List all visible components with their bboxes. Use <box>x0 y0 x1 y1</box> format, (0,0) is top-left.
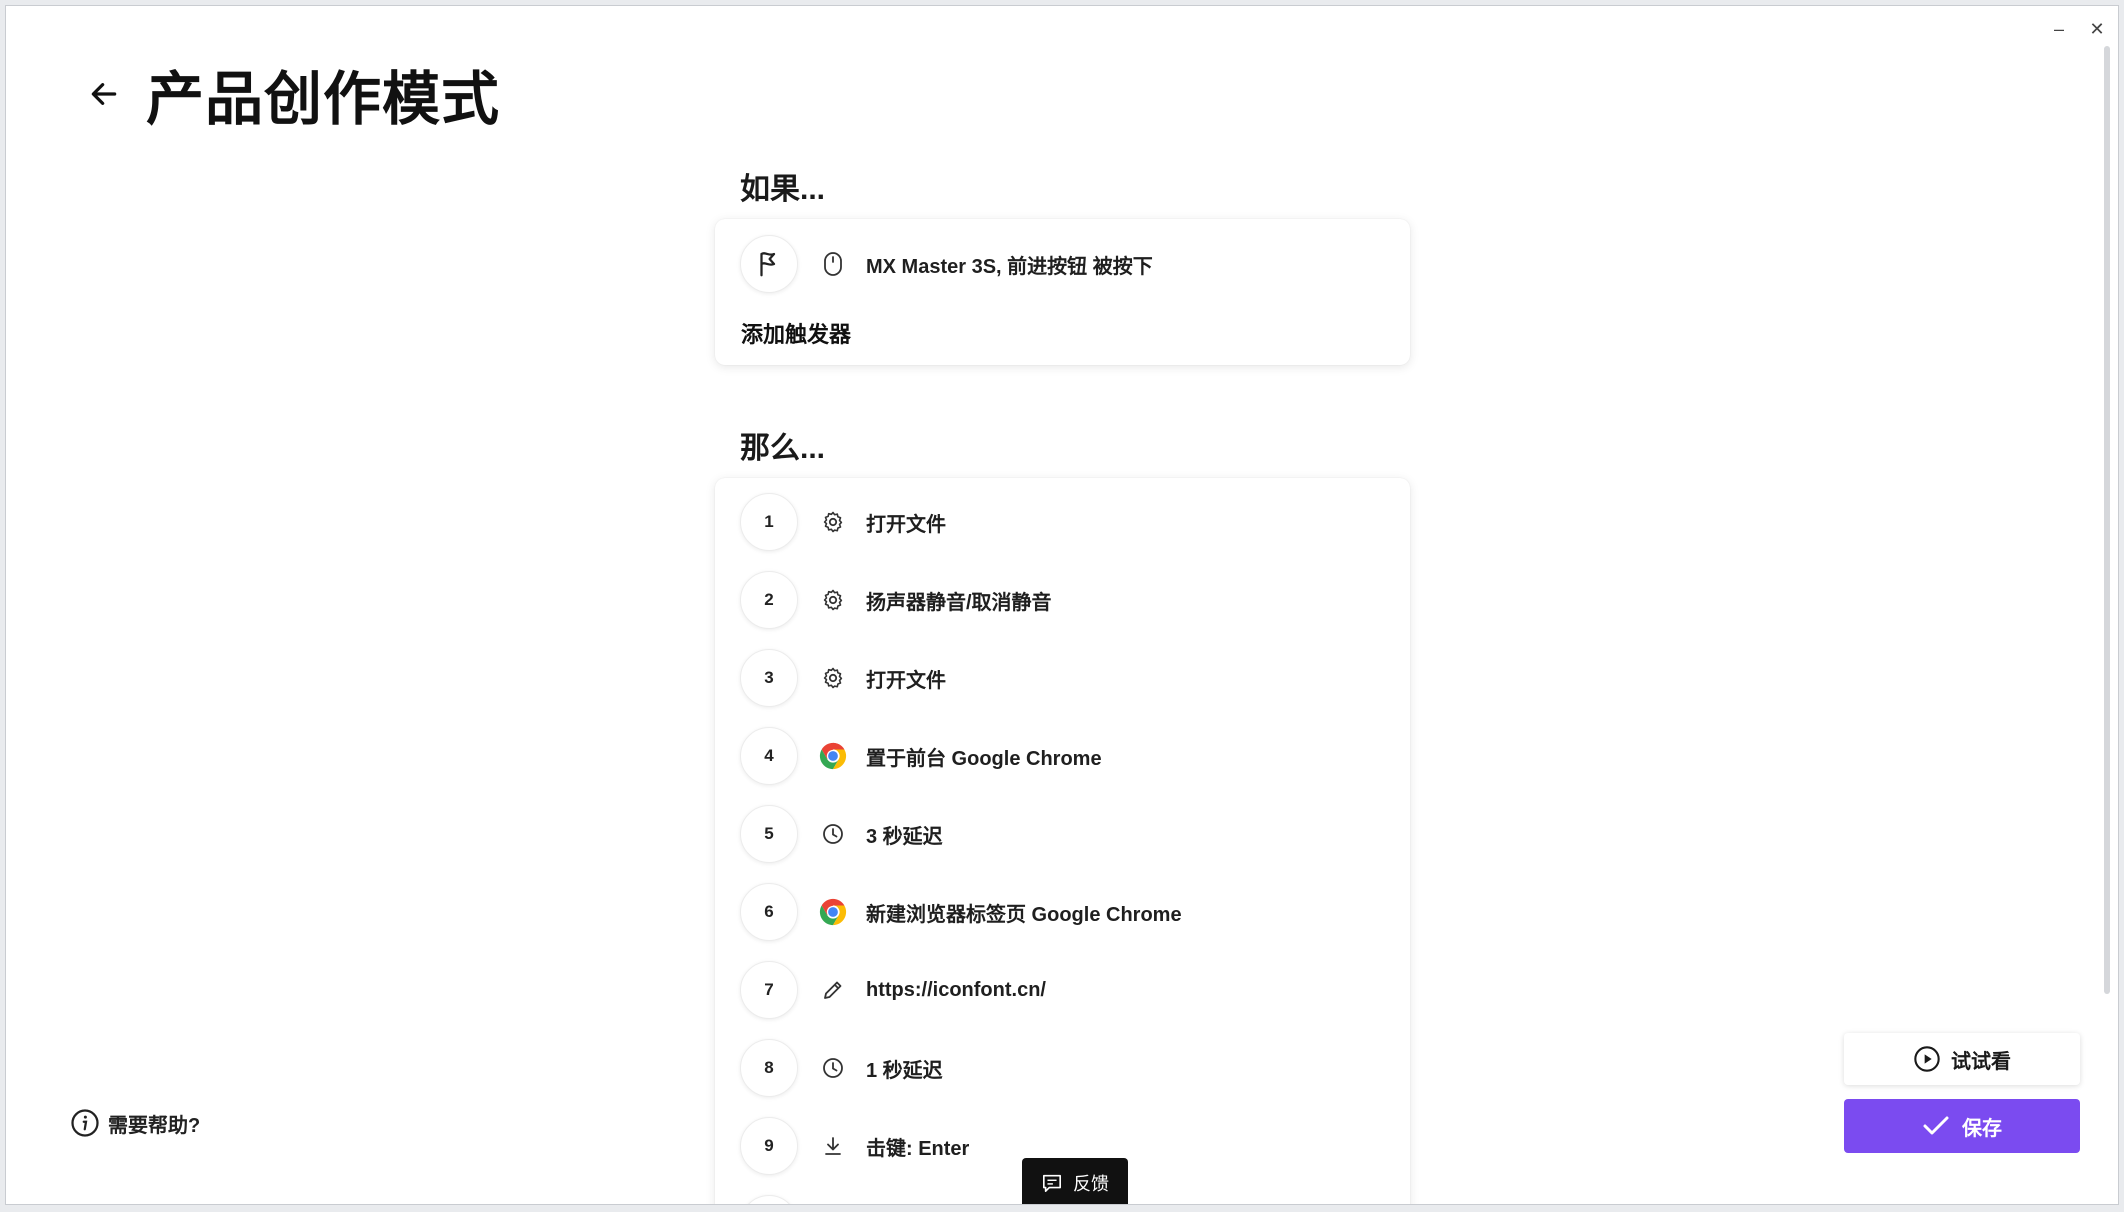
save-button[interactable]: 保存 <box>1844 1099 2080 1153</box>
step-number-badge: 8 <box>740 1039 798 1097</box>
step-number-badge: 2 <box>740 571 798 629</box>
step-number-badge: 5 <box>740 805 798 863</box>
trigger-badge <box>740 235 798 293</box>
trigger-row[interactable]: MX Master 3S, 前进按钮 被按下 <box>740 234 1153 294</box>
trigger-card: MX Master 3S, 前进按钮 被按下 添加触发器 <box>715 219 1410 365</box>
close-window-button[interactable]: ✕ <box>2082 14 2112 44</box>
action-text: 击键: Enter <box>866 1137 970 1160</box>
action-text: 新建浏览器标签页 Google Chrome <box>866 903 1182 926</box>
action-row[interactable]: 9 击键: Enter <box>740 1116 969 1176</box>
gear-icon <box>818 507 848 537</box>
play-circle-icon <box>1914 1046 1940 1072</box>
add-trigger-button[interactable]: 添加触发器 <box>741 317 851 349</box>
action-text: 3 秒延迟 <box>866 825 943 848</box>
app-window: – ✕ 产品创作模式 如果... MX Master 3S, 前进按钮 被按下 … <box>5 5 2119 1205</box>
then-section-label: 那么... <box>740 432 826 465</box>
step-number-badge: 4 <box>740 727 798 785</box>
clock-icon <box>818 1053 848 1083</box>
action-row[interactable]: 2 扬声器静音/取消静音 <box>740 570 1052 630</box>
action-row[interactable]: 1 打开文件 <box>740 492 946 552</box>
checkmark-icon <box>1923 1116 1949 1135</box>
step-number-badge: 3 <box>740 649 798 707</box>
action-row[interactable]: 8 1 秒延迟 <box>740 1038 943 1098</box>
download-arrow-icon <box>818 1131 848 1161</box>
chat-bubble-icon <box>1043 1174 1061 1192</box>
clock-icon <box>818 819 848 849</box>
action-row[interactable]: 4 置于前台 Google Chrome <box>740 726 1102 786</box>
action-text: 扬声器静音/取消静音 <box>866 591 1052 614</box>
scrollbar[interactable] <box>2104 46 2110 994</box>
page-header: 产品创作模式 <box>84 54 500 134</box>
step-number-badge: 6 <box>740 883 798 941</box>
action-row[interactable]: 7 https://iconfont.cn/ <box>740 960 1046 1020</box>
help-link[interactable]: 需要帮助? <box>70 1108 200 1138</box>
chrome-icon <box>818 741 848 771</box>
mouse-icon <box>818 249 848 279</box>
help-label: 需要帮助? <box>108 1114 201 1137</box>
action-text: 置于前台 Google Chrome <box>866 747 1102 770</box>
feedback-button[interactable]: 反馈 <box>1022 1158 1128 1204</box>
pencil-icon <box>818 975 848 1005</box>
action-row[interactable]: 5 3 秒延迟 <box>740 804 943 864</box>
action-row[interactable]: 6 新建浏览器标签页 Google Chrome <box>740 882 1182 942</box>
step-number-badge <box>740 1195 798 1204</box>
page-title: 产品创作模式 <box>146 67 501 132</box>
try-label: 试试看 <box>1951 1050 2011 1073</box>
info-icon <box>71 1109 99 1137</box>
action-row[interactable]: 3 打开文件 <box>740 648 946 708</box>
chrome-icon <box>818 897 848 927</box>
back-button[interactable] <box>84 74 124 114</box>
action-text: 打开文件 <box>866 669 946 692</box>
minimize-icon: – <box>2053 18 2064 39</box>
back-arrow-icon <box>91 83 117 105</box>
try-button[interactable]: 试试看 <box>1844 1033 2080 1085</box>
step-number-badge: 1 <box>740 493 798 551</box>
gear-icon <box>818 585 848 615</box>
flag-icon <box>760 252 776 277</box>
minimize-button[interactable]: – <box>2044 14 2074 44</box>
action-row-partial[interactable] <box>740 1194 798 1204</box>
step-number-badge: 9 <box>740 1117 798 1175</box>
action-text: https://iconfont.cn/ <box>866 978 1046 1001</box>
action-text: 1 秒延迟 <box>866 1059 943 1082</box>
if-section-label: 如果... <box>740 173 826 206</box>
close-icon: ✕ <box>2089 18 2105 39</box>
actions-card: 1 打开文件 2 扬声器静音/取消静音 3 打开文件 4 置于前台 Google… <box>715 478 1410 1204</box>
action-text: 打开文件 <box>866 513 946 536</box>
feedback-label: 反馈 <box>1073 1174 1109 1194</box>
save-label: 保存 <box>1962 1117 2002 1140</box>
gear-icon <box>818 663 848 693</box>
trigger-text: MX Master 3S, 前进按钮 被按下 <box>866 255 1153 278</box>
step-number-badge: 7 <box>740 961 798 1019</box>
